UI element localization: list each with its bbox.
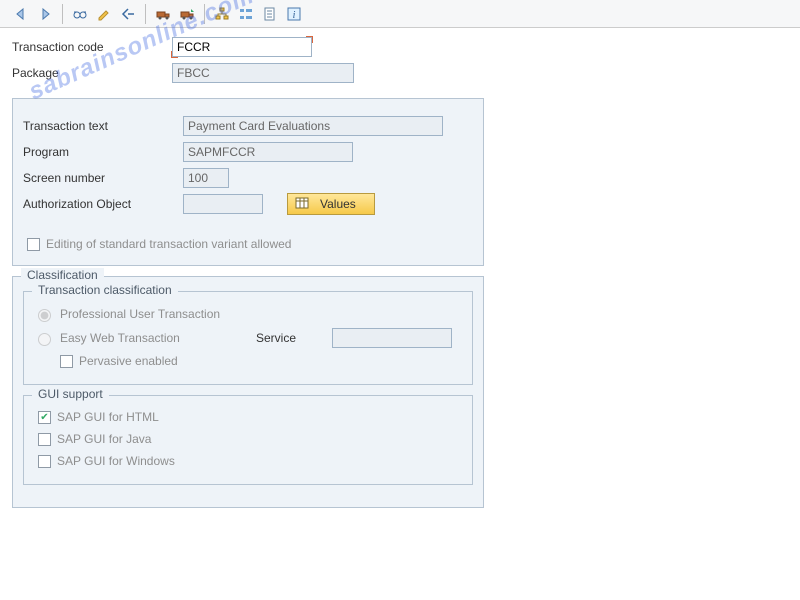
gui-windows-row: SAP GUI for Windows xyxy=(34,450,462,472)
package-label: Package xyxy=(12,66,172,80)
service-label: Service xyxy=(256,331,326,345)
toolbar: i xyxy=(0,0,800,28)
object-dir-icon[interactable] xyxy=(235,3,257,25)
gui-html-checkbox[interactable]: ✔ xyxy=(38,411,51,424)
package-input xyxy=(172,63,354,83)
table-icon xyxy=(294,195,310,214)
gui-windows-checkbox[interactable] xyxy=(38,455,51,468)
tcode-row: Transaction code xyxy=(12,34,788,60)
transport-entry-icon[interactable] xyxy=(176,3,198,25)
tcode-input[interactable] xyxy=(172,37,312,57)
values-button[interactable]: Values xyxy=(287,193,375,215)
program-label: Program xyxy=(23,145,183,159)
radio-professional-label: Professional User Transaction xyxy=(60,307,220,321)
other-object-icon[interactable] xyxy=(117,3,139,25)
display-icon[interactable] xyxy=(69,3,91,25)
transport-icon[interactable] xyxy=(152,3,174,25)
variant-edit-checkbox[interactable] xyxy=(27,238,40,251)
transaction-classification-group: Transaction classification Professional … xyxy=(23,291,473,385)
package-row: Package xyxy=(12,60,788,86)
toolbar-separator xyxy=(145,4,146,24)
detail-panel: Transaction text Program Screen number A… xyxy=(12,98,484,266)
toolbar-separator xyxy=(204,4,205,24)
gui-html-label: SAP GUI for HTML xyxy=(57,410,159,424)
radio-professional[interactable] xyxy=(38,309,51,322)
pervasive-row: Pervasive enabled xyxy=(56,350,462,372)
gui-support-title: GUI support xyxy=(32,387,109,401)
gui-java-row: SAP GUI for Java xyxy=(34,428,462,450)
radio-professional-row: Professional User Transaction xyxy=(34,302,462,326)
radio-easy-web[interactable] xyxy=(38,333,51,346)
classification-group: Classification Transaction classificatio… xyxy=(12,276,484,508)
toolbar-separator xyxy=(62,4,63,24)
gui-java-label: SAP GUI for Java xyxy=(57,432,151,446)
transaction-classification-title: Transaction classification xyxy=(32,283,178,297)
auth-object-label: Authorization Object xyxy=(23,197,183,211)
values-button-label: Values xyxy=(320,197,356,211)
gui-java-checkbox[interactable] xyxy=(38,433,51,446)
tcode-label: Transaction code xyxy=(12,40,172,54)
service-input xyxy=(332,328,452,348)
pervasive-label: Pervasive enabled xyxy=(79,354,178,368)
info-icon[interactable]: i xyxy=(283,3,305,25)
transaction-text-input xyxy=(183,116,443,136)
variant-edit-row: Editing of standard transaction variant … xyxy=(23,233,473,255)
auth-object-input xyxy=(183,194,263,214)
classification-title: Classification xyxy=(21,268,104,282)
radio-easyweb-row: Easy Web Transaction Service xyxy=(34,326,462,350)
gui-support-group: GUI support ✔ SAP GUI for HTML SAP GUI f… xyxy=(23,395,473,485)
gui-html-row: ✔ SAP GUI for HTML xyxy=(34,406,462,428)
screen-number-label: Screen number xyxy=(23,171,183,185)
documentation-icon[interactable] xyxy=(259,3,281,25)
variant-edit-label: Editing of standard transaction variant … xyxy=(46,237,291,251)
radio-easy-web-label: Easy Web Transaction xyxy=(60,331,250,345)
gui-windows-label: SAP GUI for Windows xyxy=(57,454,175,468)
pervasive-checkbox[interactable] xyxy=(60,355,73,368)
screen-number-input xyxy=(183,168,229,188)
transaction-text-label: Transaction text xyxy=(23,119,183,133)
change-icon[interactable] xyxy=(93,3,115,25)
back-icon[interactable] xyxy=(10,3,32,25)
program-input xyxy=(183,142,353,162)
forward-icon[interactable] xyxy=(34,3,56,25)
svg-text:i: i xyxy=(293,10,296,21)
hierarchy-icon[interactable] xyxy=(211,3,233,25)
